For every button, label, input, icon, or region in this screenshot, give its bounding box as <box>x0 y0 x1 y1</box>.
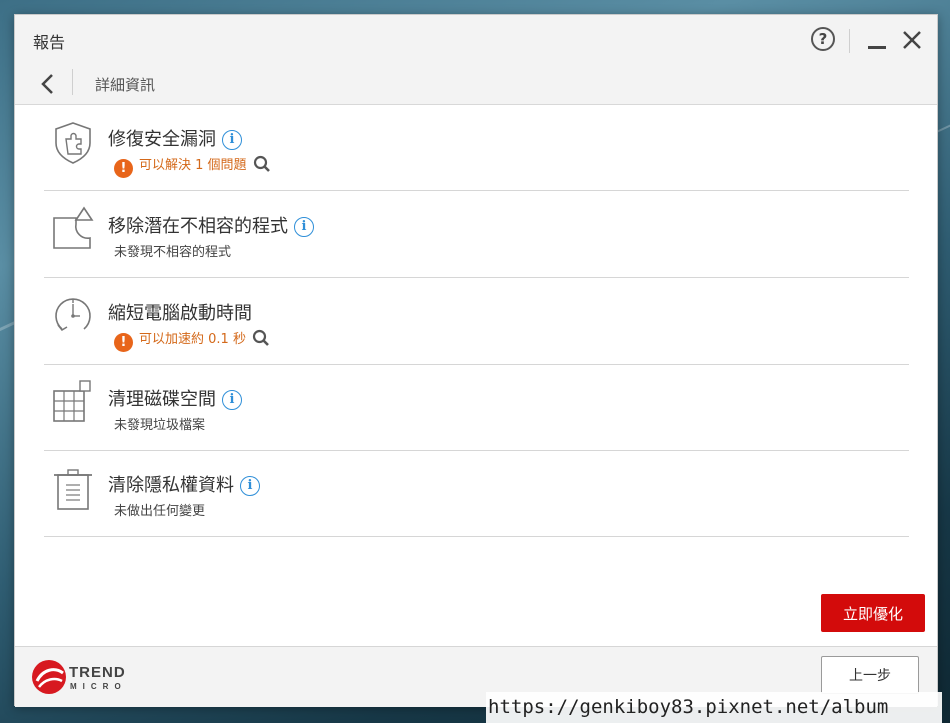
item-status: 未發現垃圾檔案 <box>114 418 206 433</box>
title-bar: 報告 ? <box>15 15 937 65</box>
item-status: 未發現不相容的程式 <box>114 245 232 260</box>
trash-document-icon <box>54 469 92 510</box>
trend-micro-logo: TREND MICRO <box>31 659 131 695</box>
list-item-fix-vulnerabilities: 修復安全漏洞 i ! 可以解決 1 個問題 <box>44 105 909 191</box>
logo-text-trend: TREND <box>69 664 126 681</box>
window-title: 報告 <box>33 33 66 52</box>
item-title-text: 清理磁碟空間 <box>108 389 216 410</box>
startup-clock-icon <box>55 298 91 332</box>
back-button[interactable] <box>37 71 59 97</box>
info-icon[interactable]: i <box>294 217 314 237</box>
item-title-text: 修復安全漏洞 <box>108 129 216 150</box>
navigation-bar: 詳細資訊 <box>15 65 937 105</box>
item-status-text: 可以加速約 0.1 秒 <box>139 332 246 347</box>
search-icon[interactable] <box>253 155 271 173</box>
item-title: 移除潛在不相容的程式 i <box>108 212 314 238</box>
info-icon[interactable]: i <box>222 390 242 410</box>
info-icon[interactable]: i <box>222 130 242 150</box>
search-icon[interactable] <box>252 329 270 347</box>
item-title-text: 縮短電腦啟動時間 <box>108 303 252 324</box>
chevron-left-icon <box>41 74 53 94</box>
previous-button[interactable]: 上一步 <box>821 656 919 694</box>
minimize-button[interactable] <box>865 27 891 53</box>
help-button[interactable]: ? <box>811 27 837 53</box>
incompatible-program-icon <box>53 206 94 249</box>
warning-icon: ! <box>114 159 133 178</box>
page-title: 詳細資訊 <box>95 76 156 94</box>
list-item-clean-disk: 清理磁碟空間 i 未發現垃圾檔案 <box>44 365 909 451</box>
item-status: ! 可以加速約 0.1 秒 <box>114 328 270 352</box>
item-title: 清理磁碟空間 i <box>108 385 242 411</box>
item-title: 縮短電腦啟動時間 <box>108 299 252 325</box>
watermark-url: https://genkiboy83.pixnet.net/album <box>486 692 942 723</box>
list-item-reduce-startup-time: 縮短電腦啟動時間 ! 可以加速約 0.1 秒 <box>44 279 909 365</box>
trend-micro-logo-icon <box>32 660 66 694</box>
info-icon[interactable]: i <box>240 476 260 496</box>
close-button[interactable] <box>899 27 925 53</box>
item-status-text: 可以解決 1 個問題 <box>139 158 247 173</box>
item-status: ! 可以解決 1 個問題 <box>114 154 271 178</box>
item-title-text: 清除隱私權資料 <box>108 475 234 496</box>
report-window: 報告 ? 詳細資訊 修復安全漏洞 i ! 可以解決 1 個問題 移除潛在不相容的… <box>14 14 938 707</box>
close-icon <box>903 31 921 49</box>
logo-text-micro: MICRO <box>70 682 127 691</box>
nav-divider <box>72 69 73 95</box>
titlebar-divider <box>849 29 850 53</box>
list-item-clear-privacy: 清除隱私權資料 i 未做出任何變更 <box>44 451 909 537</box>
item-title: 清除隱私權資料 i <box>108 471 260 497</box>
help-icon: ? <box>811 27 835 51</box>
minimize-icon <box>868 46 886 49</box>
disk-grid-icon <box>53 380 91 422</box>
item-title-text: 移除潛在不相容的程式 <box>108 216 288 237</box>
optimize-now-button[interactable]: 立即優化 <box>821 594 925 632</box>
item-title: 修復安全漏洞 i <box>108 125 242 151</box>
list-item-remove-incompatible: 移除潛在不相容的程式 i 未發現不相容的程式 <box>44 192 909 278</box>
item-status: 未做出任何變更 <box>114 504 206 519</box>
shield-puzzle-icon <box>55 122 91 164</box>
warning-icon: ! <box>114 333 133 352</box>
